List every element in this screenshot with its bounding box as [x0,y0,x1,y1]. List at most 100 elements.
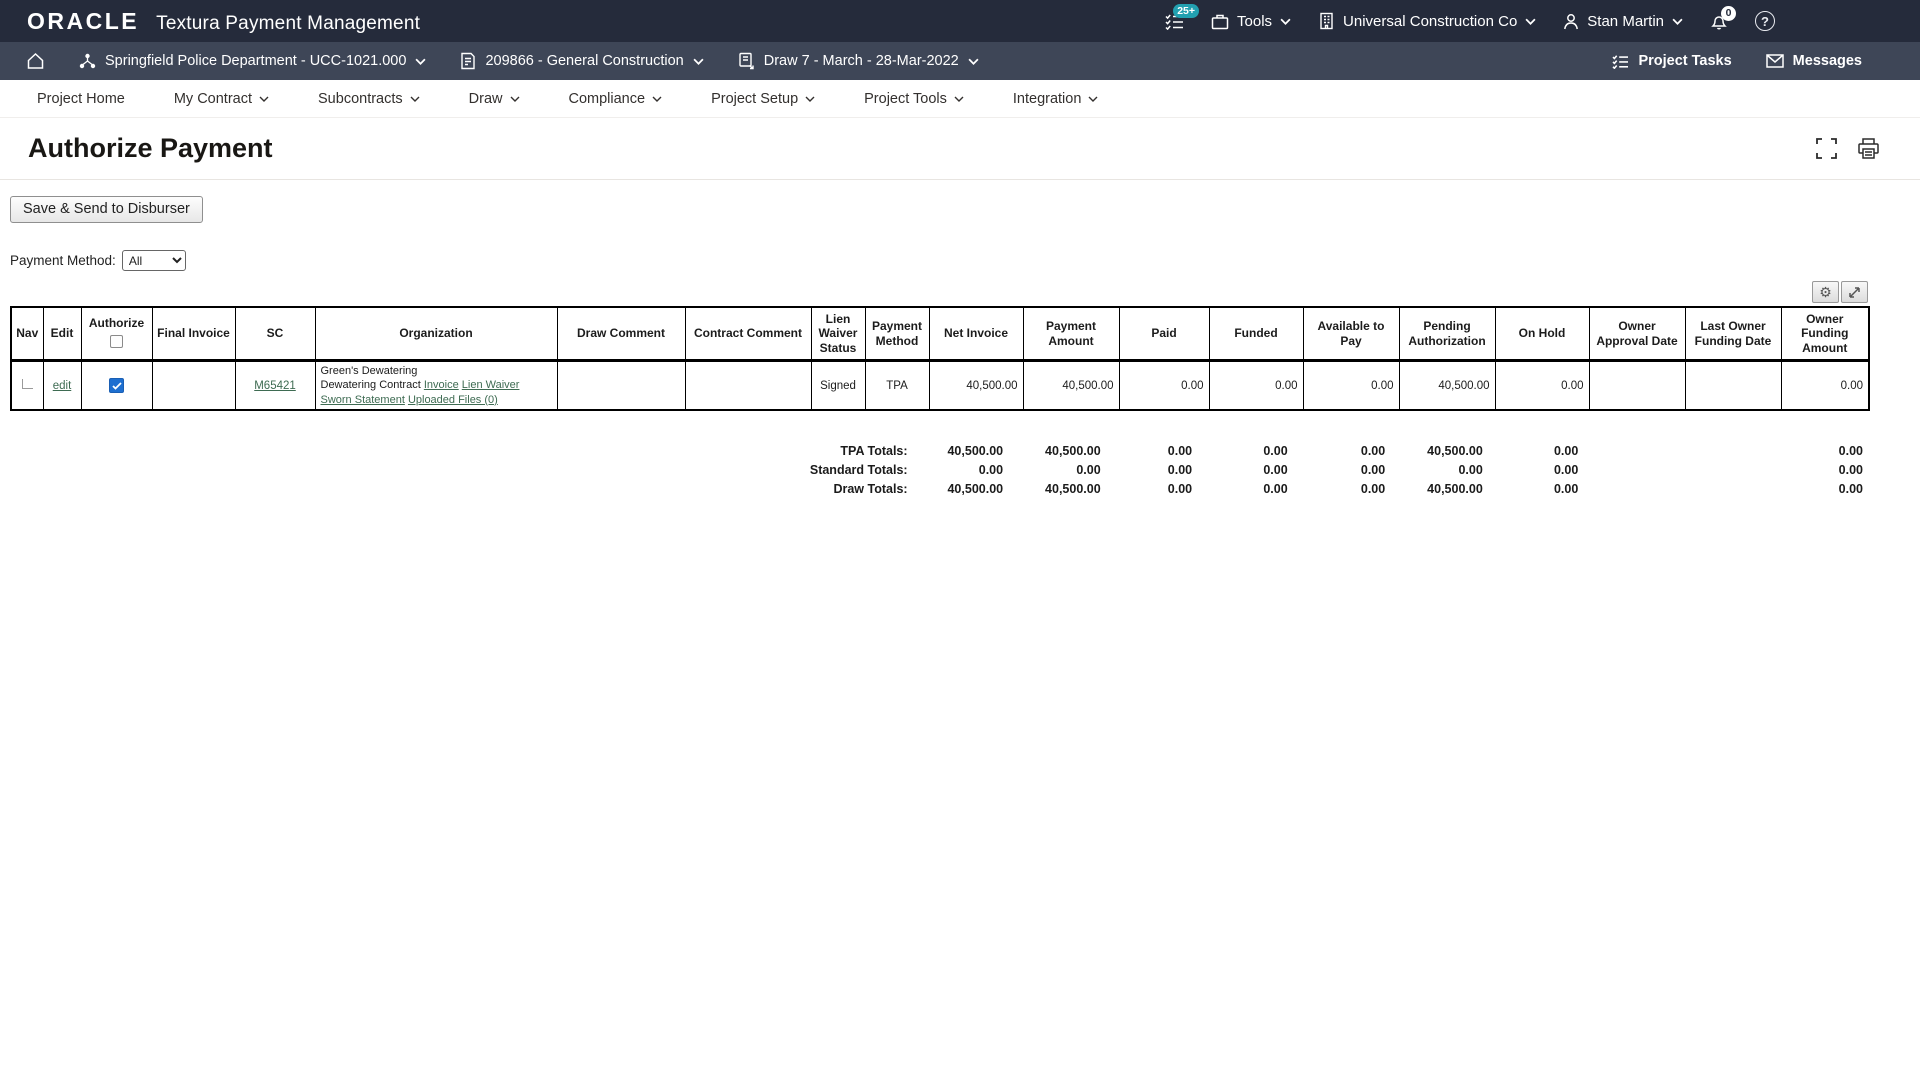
edit-link[interactable]: edit [53,380,72,392]
header-row: Nav Edit Authorize Final Invoice SC Orga… [11,307,1869,361]
col-header-net-invoice: Net Invoice [929,307,1023,361]
gear-icon: ⚙ [1819,284,1832,301]
col-header-payment-amount: Payment Amount [1023,307,1119,361]
chevron-down-icon [805,96,815,102]
project-tasks-icon [1612,54,1629,69]
totals-value: 0.00 [1390,460,1488,479]
building-icon [1318,12,1335,30]
col-header-organization: Organization [315,307,557,361]
help-icon: ? [1755,11,1775,31]
notifications-button[interactable]: 0 [1710,12,1728,31]
project-tasks-label: Project Tasks [1638,53,1731,69]
project-tasks-button[interactable]: Project Tasks [1612,53,1731,69]
topbar-right: 25+ Tools Universal Construction Co [1165,11,1775,31]
home-button[interactable] [26,52,45,70]
payment-method-select[interactable]: All [122,250,186,271]
chevron-down-icon [1088,96,1098,102]
authorize-cell [81,361,152,410]
edit-cell: edit [43,361,81,410]
col-header-available-to-pay: Available to Pay [1303,307,1399,361]
totals-value: 0.00 [1197,441,1293,460]
totals-label: TPA Totals: [10,441,913,460]
chevron-down-icon [968,58,979,65]
nav-cell [11,361,43,410]
task-count-badge: 25+ [1173,4,1199,19]
nav-item-project-home[interactable]: Project Home [37,91,125,107]
authorize-all-checkbox[interactable] [110,335,123,348]
payment-method-label: Payment Method: [10,253,116,268]
nav-item-draw[interactable]: Draw [469,91,520,107]
user-menu[interactable]: Stan Martin [1563,13,1683,30]
totals-value: 0.00 [1293,441,1391,460]
col-header-draw-comment: Draw Comment [557,307,685,361]
col-header-final-invoice: Final Invoice [152,307,235,361]
totals-value: 0.00 [1488,441,1584,460]
totals-value [1583,441,1681,460]
help-button[interactable]: ? [1755,11,1775,31]
nav-item-compliance[interactable]: Compliance [569,91,663,107]
totals-value: 40,500.00 [913,479,1009,498]
save-send-disburser-button[interactable]: Save & Send to Disburser [10,196,203,223]
messages-button[interactable]: Messages [1766,53,1862,69]
uploaded-files-link[interactable]: Uploaded Files (0) [408,394,498,406]
totals-value: 0.00 [913,460,1009,479]
nav-label: My Contract [174,91,252,107]
chevron-down-icon [1672,18,1683,25]
nav-item-project-tools[interactable]: Project Tools [864,91,964,107]
contract-comment-cell [685,361,811,410]
draw-totals-row: Draw Totals: 40,500.00 40,500.00 0.00 0.… [10,479,1868,498]
totals-value: 0.00 [1197,460,1293,479]
fullscreen-button[interactable] [1816,138,1837,159]
draw-selector[interactable]: Draw 7 - March - 28-Mar-2022 [738,52,979,70]
nav-item-integration[interactable]: Integration [1013,91,1099,107]
col-header-on-hold: On Hold [1495,307,1589,361]
standard-totals-row: Standard Totals: 0.00 0.00 0.00 0.00 0.0… [10,460,1868,479]
nav-label: Project Tools [864,91,947,107]
totals-table: TPA Totals: 40,500.00 40,500.00 0.00 0.0… [10,441,1868,498]
context-left: Springfield Police Department - UCC-1021… [26,52,979,70]
chevron-down-icon [652,96,662,102]
company-label: Universal Construction Co [1343,13,1517,30]
nav-item-my-contract[interactable]: My Contract [174,91,269,107]
chevron-down-icon [1280,18,1291,25]
table-tools: ⚙ [10,281,1868,303]
print-button[interactable] [1857,138,1880,159]
chevron-down-icon [693,58,704,65]
totals-label: Standard Totals: [10,460,913,479]
nav-label: Integration [1013,91,1082,107]
totals-value: 0.00 [1197,479,1293,498]
sc-number-link[interactable]: M65421 [254,380,296,392]
totals-label: Draw Totals: [10,479,913,498]
nav-item-subcontracts[interactable]: Subcontracts [318,91,420,107]
col-header-authorize: Authorize [81,307,152,361]
sworn-statement-link[interactable]: Sworn Statement [321,394,405,406]
owner-funding-amount-cell: 0.00 [1781,361,1869,410]
contract-selector[interactable]: 209866 - General Construction [460,52,703,70]
organization-contract: Dewatering Contract [321,379,421,391]
table-expand-button[interactable] [1841,281,1868,303]
tools-menu[interactable]: Tools [1211,13,1291,30]
nav-item-project-setup[interactable]: Project Setup [711,91,815,107]
totals-value: 40,500.00 [1390,441,1488,460]
organization-name: Green's Dewatering [321,365,418,377]
totals-value [1681,441,1779,460]
payment-method-row: Payment Method: All [10,250,1920,271]
app-title: Textura Payment Management [156,13,420,35]
col-header-owner-approval-date: Owner Approval Date [1589,307,1685,361]
company-menu[interactable]: Universal Construction Co [1318,12,1536,30]
task-list-button[interactable]: 25+ [1165,13,1184,30]
nav-label: Compliance [569,91,646,107]
table-settings-button[interactable]: ⚙ [1812,281,1839,303]
col-header-lien-waiver-status: Lien Waiver Status [811,307,865,361]
top-app-bar: ORACLE Textura Payment Management 25+ To… [0,0,1920,42]
authorize-row-checkbox[interactable] [109,378,124,393]
lien-waiver-link[interactable]: Lien Waiver [462,379,520,391]
on-hold-cell: 0.00 [1495,361,1589,410]
brand-group: ORACLE Textura Payment Management [27,8,420,35]
nav-label: Project Home [37,91,125,107]
chevron-down-icon [415,58,426,65]
context-right: Project Tasks Messages [1612,53,1862,69]
project-selector[interactable]: Springfield Police Department - UCC-1021… [79,53,426,70]
invoice-link[interactable]: Invoice [424,379,459,391]
totals-value: 0.00 [1488,460,1584,479]
